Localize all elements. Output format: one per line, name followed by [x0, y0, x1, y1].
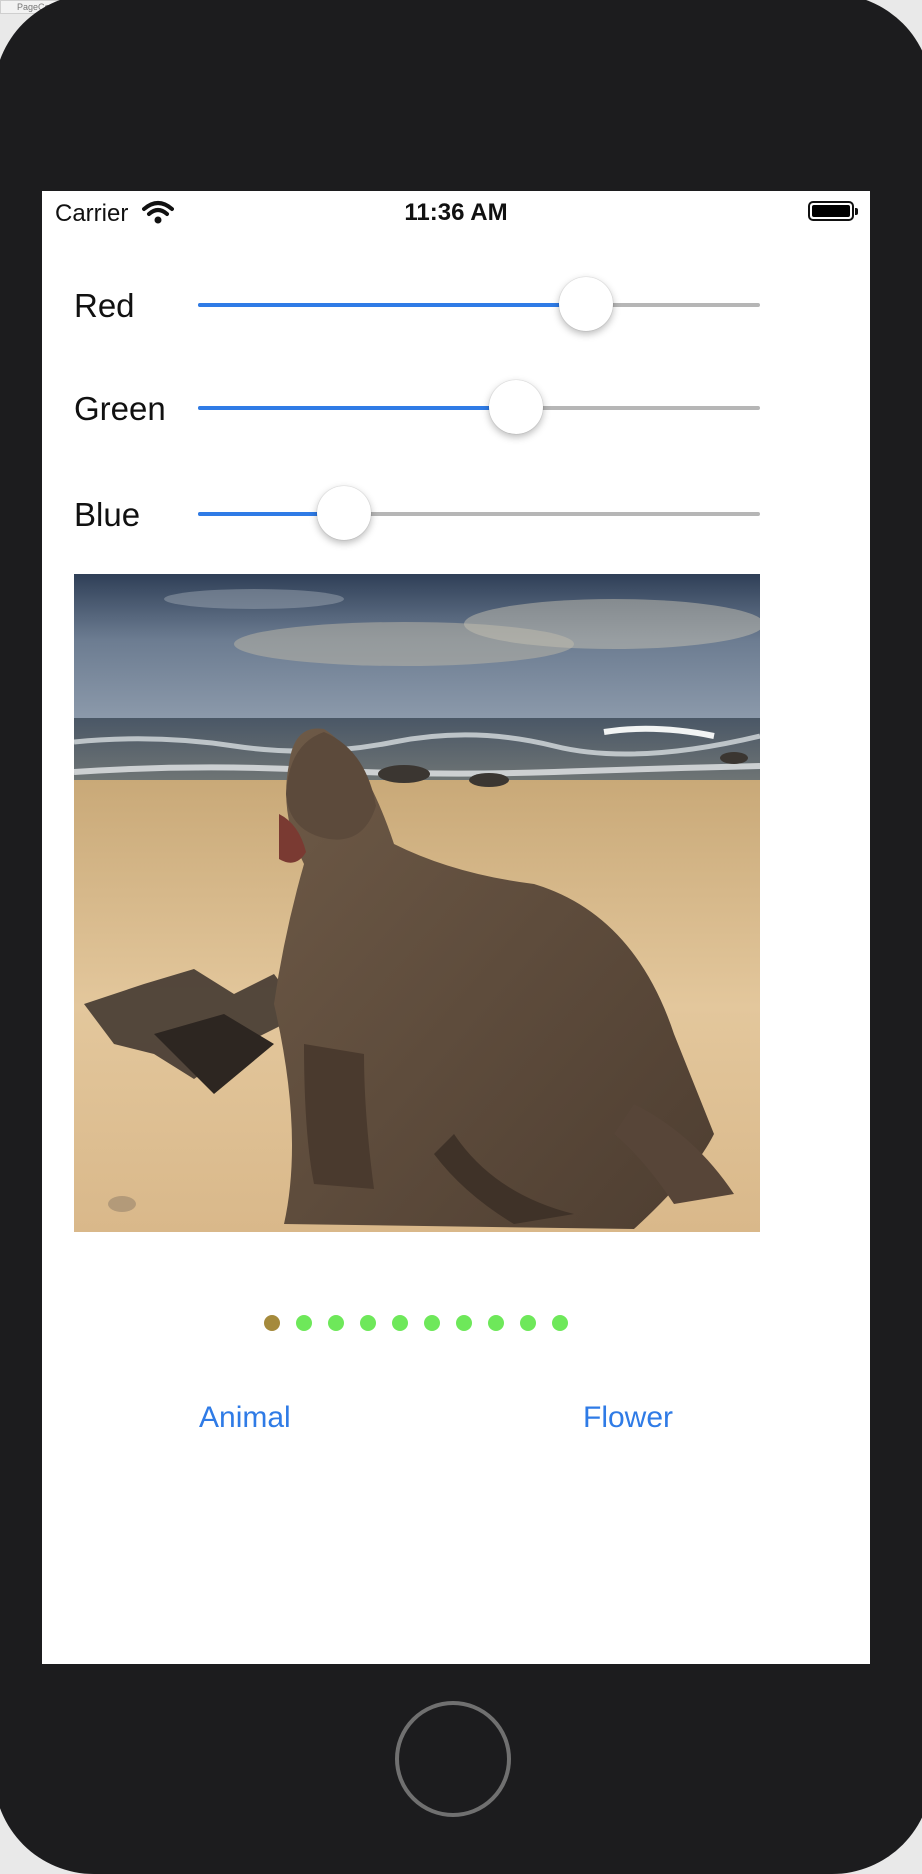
- blue-label: Blue: [74, 496, 141, 533]
- status-time: 11:36 AM: [404, 199, 508, 226]
- page-dot[interactable]: [456, 1315, 472, 1331]
- page-dot[interactable]: [488, 1315, 504, 1331]
- page-control[interactable]: [264, 1315, 568, 1331]
- red-label: Red: [74, 287, 135, 324]
- page-dot[interactable]: [328, 1315, 344, 1331]
- red-slider-fill: [198, 303, 586, 307]
- green-slider[interactable]: [198, 380, 760, 434]
- green-slider-row: Green: [42, 378, 870, 438]
- green-slider-thumb[interactable]: [488, 380, 543, 434]
- page-dot[interactable]: [264, 1315, 280, 1331]
- red-slider-thumb[interactable]: [558, 277, 613, 331]
- page-dot[interactable]: [360, 1315, 376, 1331]
- blue-slider-row: Blue: [42, 484, 870, 544]
- page-dot[interactable]: [392, 1315, 408, 1331]
- blue-slider[interactable]: [198, 486, 760, 540]
- animal-button[interactable]: Animal: [199, 1401, 291, 1435]
- flower-button[interactable]: Flower: [583, 1401, 673, 1435]
- blue-slider-thumb[interactable]: [317, 486, 372, 540]
- red-slider-row: Red: [42, 275, 870, 335]
- green-slider-fill: [198, 406, 516, 410]
- page-dot[interactable]: [520, 1315, 536, 1331]
- home-button[interactable]: [395, 1701, 511, 1817]
- page-dot[interactable]: [552, 1315, 568, 1331]
- app-screen: Carrier 11:36 AM Red Green Blue Animal F…: [42, 191, 870, 1664]
- status-bar: Carrier 11:36 AM: [42, 191, 870, 235]
- page-dot[interactable]: [296, 1315, 312, 1331]
- red-slider[interactable]: [198, 277, 760, 331]
- green-label: Green: [74, 390, 166, 427]
- battery-icon: [808, 201, 858, 221]
- page-dot[interactable]: [424, 1315, 440, 1331]
- animal-photo: [74, 574, 760, 1232]
